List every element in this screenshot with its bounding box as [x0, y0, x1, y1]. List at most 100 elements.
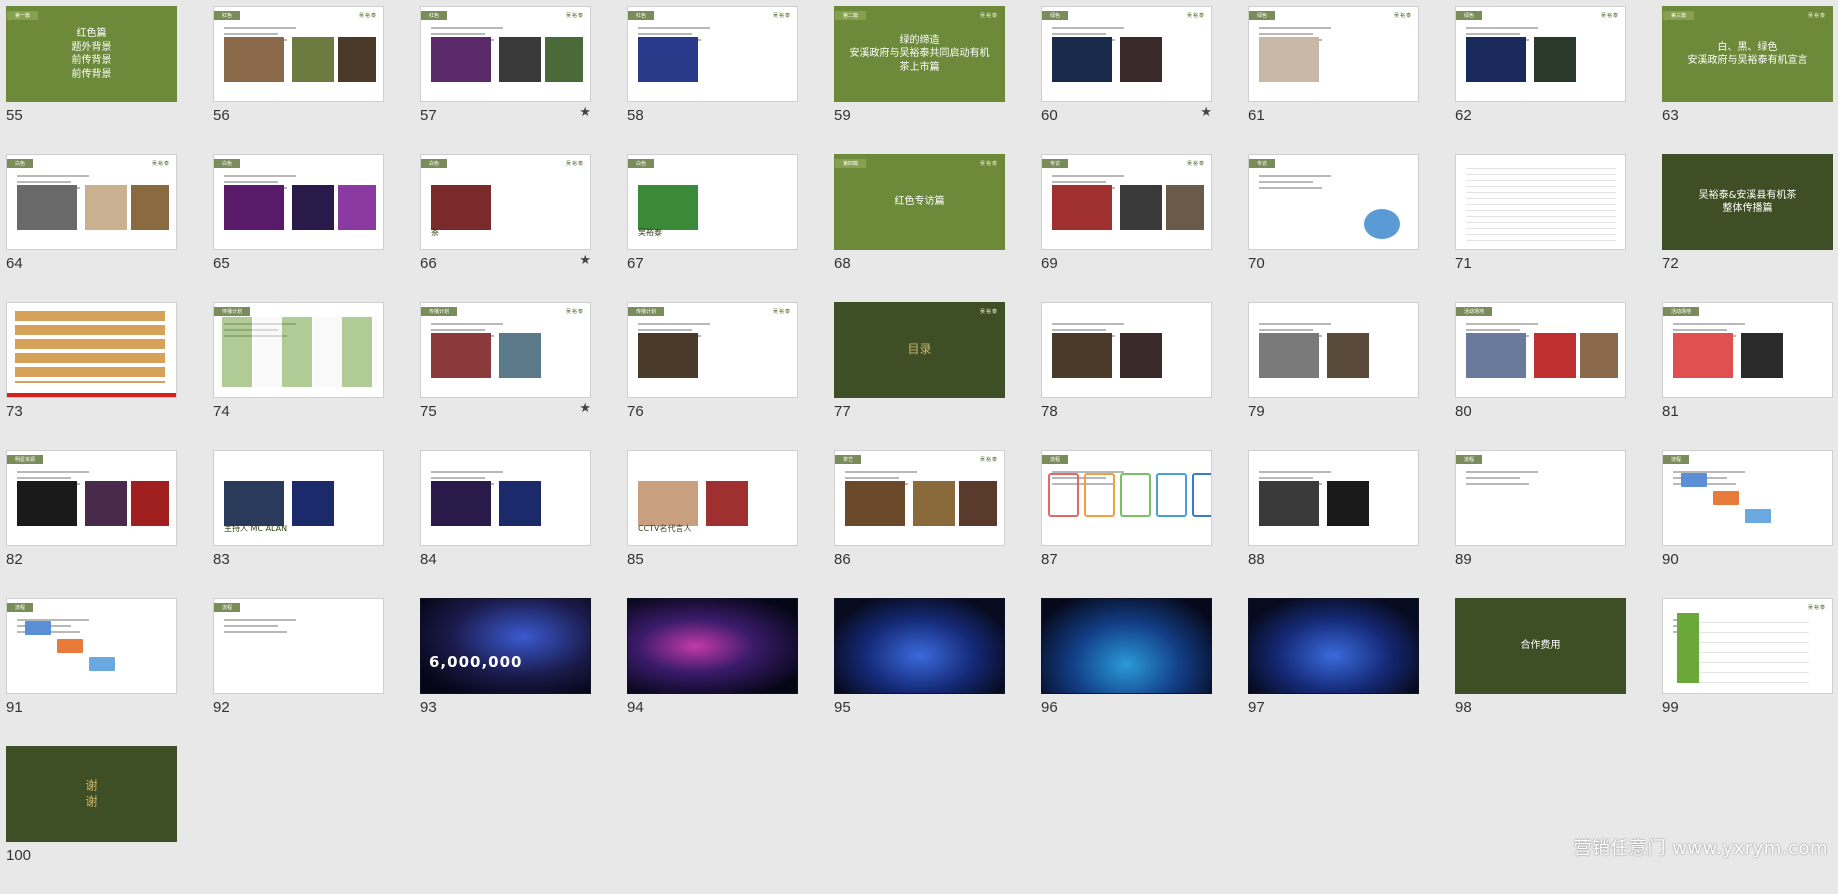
slide-thumbnail-cell[interactable]: 传播计划 吴裕泰 76 [627, 302, 798, 450]
slide-preview[interactable]: 茶艺 吴裕泰 [834, 450, 1005, 546]
slide-preview[interactable]: 流程 [6, 598, 177, 694]
slide-preview[interactable]: 活动场地 [1455, 302, 1626, 398]
slide-thumbnail-cell[interactable]: 白色 吴裕泰茶 66 ★ [420, 154, 591, 302]
slide-thumbnail-cell[interactable]: 流程 90 [1662, 450, 1833, 598]
slide-preview[interactable] [627, 598, 798, 694]
slide-photo [224, 37, 284, 82]
slide-preview[interactable] [1248, 450, 1419, 546]
slide-preview[interactable]: 活动场地 [1662, 302, 1833, 398]
slide-section-tag: 白色 [628, 159, 655, 168]
slide-preview[interactable] [1248, 598, 1419, 694]
slide-thumbnail-cell[interactable]: 吴裕泰 目录 77 [834, 302, 1005, 450]
slide-thumbnail-cell[interactable]: 97 [1248, 598, 1419, 746]
slide-preview[interactable]: 吴裕泰&安溪县有机茶 整体传播篇 [1662, 154, 1833, 250]
slide-preview[interactable] [1248, 302, 1419, 398]
seal-mark: 谢 谢 [85, 778, 98, 808]
slide-thumbnail-cell[interactable]: 流程 91 [6, 598, 177, 746]
slide-preview[interactable]: 第三篇 吴裕泰 白、黑、绿色 安溪政府与吴裕泰有机宣言 [1662, 6, 1833, 102]
slide-preview[interactable] [834, 598, 1005, 694]
slide-thumbnail-cell[interactable]: 谢 谢 100 [6, 746, 177, 894]
slide-thumbnail-cell[interactable]: 吴裕泰 99 [1662, 598, 1833, 746]
slide-preview[interactable]: 第四篇 吴裕泰 红色专访篇 [834, 154, 1005, 250]
slide-preview[interactable]: 6,000,000 [420, 598, 591, 694]
slide-preview[interactable]: 红色 吴裕泰 [213, 6, 384, 102]
slide-preview[interactable]: 绿色 吴裕泰 [1041, 6, 1212, 102]
slide-preview[interactable]: 红色 吴裕泰 [627, 6, 798, 102]
slide-thumbnail-cell[interactable]: 流程 89 [1455, 450, 1626, 598]
slide-thumbnail-cell[interactable]: 第三篇 吴裕泰 白、黑、绿色 安溪政府与吴裕泰有机宣言 63 [1662, 6, 1833, 154]
slide-preview[interactable] [420, 450, 591, 546]
slide-thumbnail-cell[interactable]: 流程 87 [1041, 450, 1212, 598]
slide-thumbnail-cell[interactable]: 79 [1248, 302, 1419, 450]
slide-preview[interactable]: 第一篇 红色篇 题外背景 前传背景 前传背景 [6, 6, 177, 102]
slide-thumbnail-cell[interactable]: 红色 吴裕泰 56 [213, 6, 384, 154]
slide-thumbnail-cell[interactable]: 主持人 MC ALAN 83 [213, 450, 384, 598]
slide-thumbnail-cell[interactable]: 白色 65 [213, 154, 384, 302]
slide-preview[interactable]: 红色 吴裕泰 [420, 6, 591, 102]
slide-thumbnail-cell[interactable]: 红色 吴裕泰 57 ★ [420, 6, 591, 154]
slide-preview[interactable]: 绿色 吴裕泰 [1455, 6, 1626, 102]
slide-preview[interactable]: 绿色 吴裕泰 [1248, 6, 1419, 102]
slide-thumbnail-cell[interactable]: 绿色 吴裕泰 60 ★ [1041, 6, 1212, 154]
slide-preview[interactable]: 明星资源 [6, 450, 177, 546]
slide-preview[interactable]: 传播计划 吴裕泰 [420, 302, 591, 398]
slide-thumbnail-cell[interactable]: 活动场地 81 [1662, 302, 1833, 450]
slide-preview[interactable]: 流程 [1662, 450, 1833, 546]
slide-thumbnail-cell[interactable]: 第一篇 红色篇 题外背景 前传背景 前传背景 55 [6, 6, 177, 154]
slide-thumbnail-cell[interactable]: 第四篇 吴裕泰 红色专访篇 68 [834, 154, 1005, 302]
slide-preview[interactable]: 流程 [213, 598, 384, 694]
slide-preview[interactable]: 流程 [1455, 450, 1626, 546]
slide-thumbnail-cell[interactable]: 绿色 吴裕泰 62 [1455, 6, 1626, 154]
slide-thumbnail-cell[interactable]: 71 [1455, 154, 1626, 302]
slide-preview[interactable]: CCTV名代言人 [627, 450, 798, 546]
slide-thumbnail-cell[interactable]: 专访 吴裕泰 69 [1041, 154, 1212, 302]
slide-thumbnail-cell[interactable]: 6,000,000 93 [420, 598, 591, 746]
slide-preview[interactable]: 白色 吴裕泰 [627, 154, 798, 250]
slide-thumbnail-cell[interactable]: 茶艺 吴裕泰 86 [834, 450, 1005, 598]
slide-thumbnail-cell[interactable]: 合作费用 98 [1455, 598, 1626, 746]
slide-thumbnail-cell[interactable]: 传播计划 吴裕泰 75 ★ [420, 302, 591, 450]
slide-preview[interactable]: 主持人 MC ALAN [213, 450, 384, 546]
slide-number: 81 [1662, 403, 1679, 420]
slide-thumbnail-cell[interactable]: 白色 吴裕泰 67 [627, 154, 798, 302]
slide-preview[interactable]: 白色 吴裕泰 [6, 154, 177, 250]
slide-preview[interactable]: 白色 吴裕泰茶 [420, 154, 591, 250]
slide-thumbnail-cell[interactable]: 吴裕泰&安溪县有机茶 整体传播篇 72 [1662, 154, 1833, 302]
slide-photo [1120, 333, 1162, 378]
slide-preview[interactable]: 合作费用 [1455, 598, 1626, 694]
slide-thumbnail-cell[interactable]: 白色 吴裕泰 64 [6, 154, 177, 302]
slide-thumbnail-cell[interactable]: 96 [1041, 598, 1212, 746]
slide-thumbnail-cell[interactable]: 95 [834, 598, 1005, 746]
slide-thumbnail-cell[interactable]: 传播计划 74 [213, 302, 384, 450]
slide-thumbnail-cell[interactable]: 红色 吴裕泰 58 [627, 6, 798, 154]
slide-thumbnail-cell[interactable]: 专访 70 [1248, 154, 1419, 302]
slide-title: 绿的缔造 安溪政府与吴裕泰共同启动有机茶上市篇 [849, 34, 990, 73]
slide-preview[interactable]: 吴裕泰 目录 [834, 302, 1005, 398]
slide-preview[interactable]: 吴裕泰 [1662, 598, 1833, 694]
slide-preview[interactable]: 专访 吴裕泰 [1041, 154, 1212, 250]
slide-thumbnail-cell[interactable]: 78 [1041, 302, 1212, 450]
slide-preview[interactable] [1041, 598, 1212, 694]
slide-thumbnail-cell[interactable]: 73 [6, 302, 177, 450]
slide-thumbnail-cell[interactable]: 流程 92 [213, 598, 384, 746]
slide-photo [224, 481, 284, 526]
slide-preview[interactable]: 流程 [1041, 450, 1212, 546]
slide-preview[interactable] [1041, 302, 1212, 398]
slide-thumbnail-cell[interactable]: 84 [420, 450, 591, 598]
slide-preview[interactable] [6, 302, 177, 398]
slide-preview[interactable]: 第二篇 吴裕泰 绿的缔造 安溪政府与吴裕泰共同启动有机茶上市篇 [834, 6, 1005, 102]
slide-thumbnail-cell[interactable]: CCTV名代言人 85 [627, 450, 798, 598]
slide-photo [1052, 333, 1112, 378]
slide-thumbnail-cell[interactable]: 绿色 吴裕泰 61 [1248, 6, 1419, 154]
slide-thumbnail-cell[interactable]: 活动场地 80 [1455, 302, 1626, 450]
slide-preview[interactable] [1455, 154, 1626, 250]
slide-preview[interactable]: 白色 [213, 154, 384, 250]
slide-thumbnail-cell[interactable]: 94 [627, 598, 798, 746]
slide-thumbnail-cell[interactable]: 第二篇 吴裕泰 绿的缔造 安溪政府与吴裕泰共同启动有机茶上市篇 59 [834, 6, 1005, 154]
slide-preview[interactable]: 谢 谢 [6, 746, 177, 842]
slide-preview[interactable]: 传播计划 吴裕泰 [627, 302, 798, 398]
slide-preview[interactable]: 专访 [1248, 154, 1419, 250]
slide-thumbnail-cell[interactable]: 88 [1248, 450, 1419, 598]
slide-preview[interactable]: 传播计划 [213, 302, 384, 398]
slide-thumbnail-cell[interactable]: 明星资源 82 [6, 450, 177, 598]
